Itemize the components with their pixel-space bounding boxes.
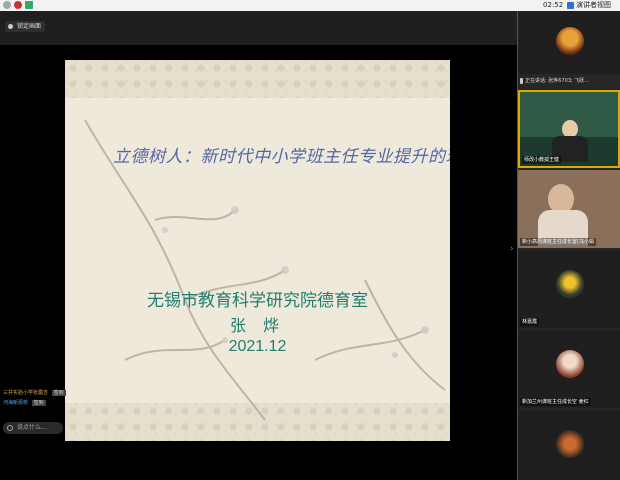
chat-bubble-icon: [7, 425, 13, 431]
slide-title: 立德树人：新时代中小学班主任专业提升的现实站位与实践指向: [113, 147, 450, 167]
participant-tile[interactable]: [518, 410, 620, 480]
collapse-arrow-icon[interactable]: ›: [510, 244, 514, 254]
participant-name: 林嘉霞: [520, 318, 540, 326]
participant-name: 师改小教孤王健: [522, 156, 562, 164]
lock-icon: [8, 24, 13, 29]
microphone-icon: [520, 78, 523, 84]
lock-screen-label: 锁定画面: [17, 23, 42, 30]
chat-message: 河海新源校 签到: [3, 399, 83, 407]
participant-tile[interactable]: 新小高周谋班主任成长室(冯小娟: [518, 170, 620, 248]
participant-tile[interactable]: [518, 11, 620, 74]
main-stage: 锁定画面 立德树人：新时代中小学班主任专业提升的现实站位与实践指向 无锡市教育科…: [0, 11, 517, 480]
presenter-view-button[interactable]: 演讲者视图: [565, 0, 611, 11]
chat-sender: 河海新源校: [3, 400, 29, 406]
stage-header: 锁定画面: [0, 11, 517, 45]
participant-name: 新小高周谋班主任成长室(冯小娟: [520, 238, 596, 246]
slide-organization: 无锡市教育科学研究院德育室: [147, 291, 368, 311]
participant-tile[interactable]: 新加兰州谋班主任成长空 姜红: [518, 330, 620, 408]
speaking-text: 正在讲话: 张烨6703; 飞跃...: [525, 78, 590, 84]
participant-panel: 正在讲话: 张烨6703; 飞跃... 师改小教孤王健 新小高周谋班主任成长室(…: [518, 11, 620, 480]
comment-input[interactable]: 说点什么...: [3, 422, 63, 434]
chat-text: 签到: [31, 400, 46, 406]
speaking-indicator: 正在讲话: 张烨6703; 飞跃...: [519, 76, 620, 86]
shield-icon: [3, 1, 11, 9]
plum-branch-illustration: [84, 119, 446, 421]
avatar: [556, 27, 584, 55]
participant-name: 新加兰州谋班主任成长空 姜红: [520, 398, 591, 406]
chat-message: 三井实验小学张露吉 签到: [3, 389, 83, 397]
slide-speaker: 张 烨: [229, 316, 286, 335]
comment-placeholder: 说点什么...: [17, 424, 47, 431]
avatar: [556, 350, 584, 378]
antivirus-icon: [14, 1, 22, 9]
avatar: [556, 270, 584, 298]
system-taskbar: 02:52 演讲者视图: [0, 0, 620, 11]
presenter-view-label: 演讲者视图: [576, 1, 611, 9]
lock-screen-button[interactable]: 锁定画面: [5, 21, 46, 32]
participant-tile-active[interactable]: 师改小教孤王健: [518, 90, 620, 168]
wifi-icon: [25, 1, 33, 9]
avatar: [556, 430, 584, 458]
slide-date: 2021.12: [228, 338, 287, 355]
chat-text: 签到: [51, 390, 66, 396]
chat-sender: 三井实验小学张露吉: [3, 390, 49, 396]
presentation-slide: 立德树人：新时代中小学班主任专业提升的现实站位与实践指向 无锡市教育科学研究院德…: [65, 60, 450, 441]
participant-tile[interactable]: 林嘉霞: [518, 250, 620, 328]
presenter-view-icon: [567, 2, 574, 9]
clock: 02:52: [543, 1, 564, 9]
